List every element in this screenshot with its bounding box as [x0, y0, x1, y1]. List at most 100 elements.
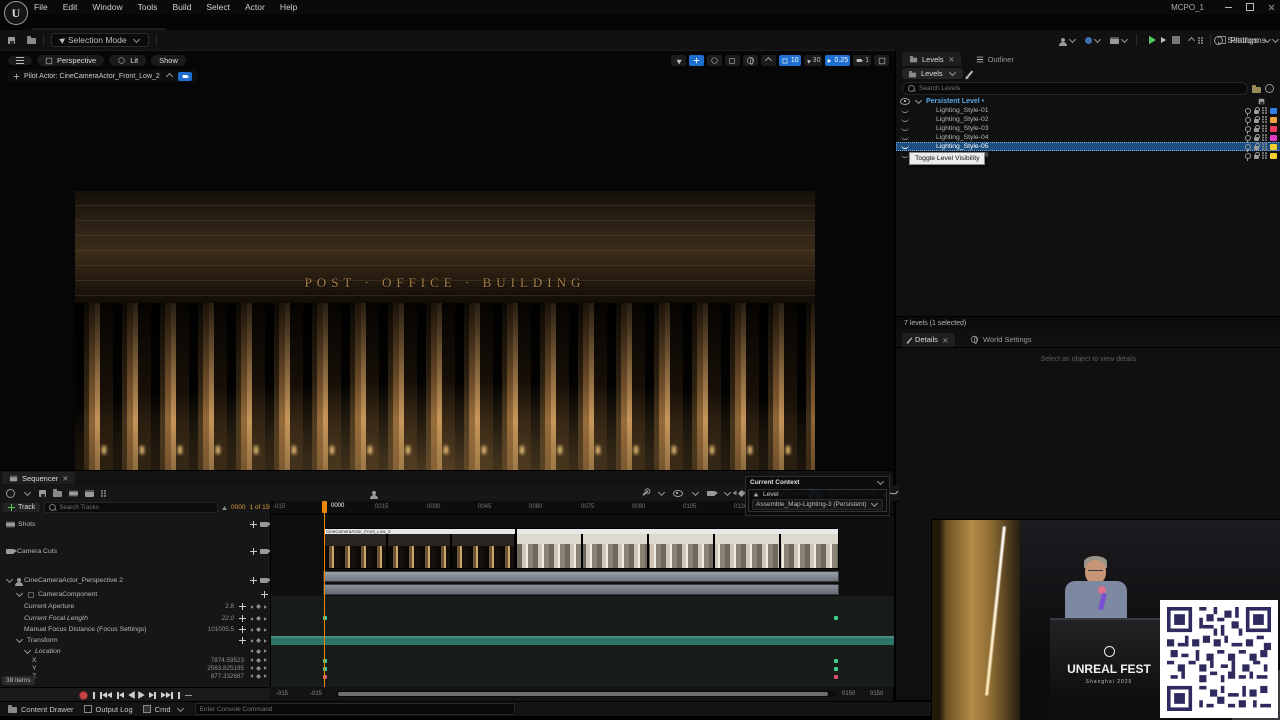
level-color-chip[interactable]	[1270, 117, 1277, 123]
save-level-icon[interactable]	[1259, 99, 1265, 105]
prev-key-icon[interactable]	[250, 658, 253, 662]
lock-icon[interactable]	[1254, 119, 1259, 123]
keyframe[interactable]	[834, 616, 838, 620]
menu-tools[interactable]: Tools	[138, 2, 158, 12]
track-value[interactable]: 2.8	[225, 603, 234, 610]
play-button[interactable]	[1149, 36, 1156, 44]
grid-snap-toggle[interactable]: 10	[779, 55, 801, 66]
loop-toggle-button[interactable]	[185, 695, 192, 696]
drag-dots-icon[interactable]	[1262, 107, 1267, 114]
tab-levels[interactable]: Levels	[902, 52, 961, 66]
lighting-scenario-icon[interactable]	[1245, 108, 1251, 114]
blueprints-chevron-icon[interactable]	[1094, 35, 1101, 42]
keyframe[interactable]	[834, 667, 838, 671]
filter-icon[interactable]	[222, 506, 227, 510]
track-row-location[interactable]: Location	[0, 646, 270, 656]
close-button[interactable]	[1268, 4, 1274, 10]
track-row-focus-distance[interactable]: Manual Focus Distance (Focus Settings) 1…	[0, 624, 270, 635]
play-forward-button[interactable]	[138, 691, 145, 699]
next-key-icon[interactable]	[264, 658, 267, 662]
levels-settings-icon[interactable]	[1265, 84, 1274, 93]
add-keyframe-icon[interactable]	[256, 674, 261, 679]
next-key-icon[interactable]	[264, 666, 267, 670]
add-track-button[interactable]: Track	[3, 503, 40, 512]
timeline-scrollbar[interactable]	[336, 691, 836, 697]
level-color-chip[interactable]	[1270, 108, 1277, 114]
lock-icon[interactable]	[1254, 155, 1259, 159]
next-key-icon[interactable]	[264, 617, 267, 621]
level-color-chip[interactable]	[1270, 135, 1277, 141]
close-tab-icon[interactable]	[943, 337, 948, 342]
collapse-chevron-icon[interactable]	[877, 478, 884, 485]
work-range-start[interactable]: -015	[310, 691, 322, 697]
perspective-dropdown[interactable]: Perspective	[37, 55, 104, 66]
expand-chevron-icon[interactable]	[915, 97, 922, 104]
track-search[interactable]	[44, 502, 218, 513]
maximize-viewport-icon[interactable]	[874, 55, 889, 66]
next-key-icon[interactable]	[264, 628, 267, 632]
shot-clip[interactable]	[516, 528, 839, 569]
set-end-bracket-button[interactable]	[178, 692, 180, 699]
console-command-bar[interactable]	[195, 703, 515, 715]
track-row-location-y[interactable]: Y 2563.825195	[0, 664, 270, 672]
save-sequence-icon[interactable]	[39, 490, 46, 497]
content-drawer-button[interactable]: Content Drawer	[8, 705, 74, 714]
add-key-icon[interactable]	[239, 626, 246, 633]
browse-sequence-icon[interactable]	[53, 491, 62, 497]
lock-icon[interactable]	[1254, 137, 1259, 141]
output-log-button[interactable]: Output Log	[84, 705, 133, 714]
add-actor-icon[interactable]	[1061, 38, 1065, 42]
add-keyframe-icon[interactable]	[256, 649, 261, 654]
next-key-icon[interactable]	[264, 639, 267, 643]
rotation-snap-toggle[interactable]: 30	[804, 55, 823, 66]
lighting-scenario-icon[interactable]	[1245, 153, 1251, 159]
add-key-icon[interactable]	[239, 603, 246, 610]
lock-icon[interactable]	[1254, 110, 1259, 114]
camera-icon[interactable]	[260, 578, 268, 583]
cmd-dropdown[interactable]: Cmd	[143, 705, 185, 714]
add-keyframe-icon[interactable]	[256, 658, 261, 663]
camera-cuts-section[interactable]	[323, 571, 839, 582]
frame-skip-button[interactable]	[1161, 37, 1166, 43]
add-icon[interactable]	[250, 521, 257, 528]
drag-dots-icon[interactable]	[1262, 152, 1267, 159]
menu-actor[interactable]: Actor	[245, 2, 265, 12]
add-icon[interactable]	[250, 548, 257, 555]
add-folder-icon[interactable]	[1252, 87, 1261, 93]
add-icon[interactable]	[261, 591, 268, 598]
pilot-actor-bar[interactable]: Pilot Actor: CineCameraActor_Front_Low_2	[8, 70, 197, 82]
prev-key-icon[interactable]	[250, 674, 253, 678]
track-row-location-x[interactable]: X 7874.59523	[0, 656, 270, 664]
restore-button[interactable]	[1246, 3, 1254, 11]
levels-search-input[interactable]	[919, 85, 1242, 92]
playhead[interactable]	[324, 501, 325, 687]
track-value[interactable]: 7874.59523	[211, 657, 244, 664]
selection-mode-dropdown[interactable]: Selection Mode	[51, 33, 149, 47]
next-frame-button[interactable]	[149, 692, 156, 699]
view-options-icon[interactable]	[673, 490, 683, 497]
add-actor-chevron-icon[interactable]	[1069, 35, 1076, 42]
track-row-camera-cuts[interactable]: Camera Cuts	[0, 545, 270, 557]
keyframe[interactable]	[834, 659, 838, 663]
prev-key-icon[interactable]	[250, 617, 253, 621]
more-options-icon[interactable]	[101, 490, 106, 497]
drag-dots-icon[interactable]	[1262, 116, 1267, 123]
menu-select[interactable]: Select	[206, 2, 230, 12]
close-tab-icon[interactable]	[63, 476, 68, 481]
add-keyframe-icon[interactable]	[256, 627, 261, 632]
level-row[interactable]: Lighting_Style-01	[896, 106, 1280, 115]
context-level-dropdown[interactable]: Assemble_Map-Lighting-3 (Persistent)	[752, 499, 883, 510]
create-camera-icon[interactable]	[85, 490, 94, 497]
eye-icon[interactable]	[900, 98, 910, 105]
track-row-location-z[interactable]: Z 877.332687	[0, 672, 270, 680]
chevron-down-icon[interactable]	[724, 488, 731, 495]
camera-binding-section[interactable]	[323, 584, 839, 595]
cinematics-chevron-icon[interactable]	[1121, 35, 1128, 42]
add-keyframe-icon[interactable]	[256, 666, 261, 671]
chevron-down-icon[interactable]	[24, 488, 31, 495]
select-tool-icon[interactable]	[671, 55, 686, 66]
prev-key-icon[interactable]	[250, 649, 253, 653]
track-row-aperture[interactable]: Current Aperture 2.8	[0, 601, 270, 612]
levels-search[interactable]	[902, 82, 1248, 95]
scale-tool-icon[interactable]	[725, 55, 740, 66]
